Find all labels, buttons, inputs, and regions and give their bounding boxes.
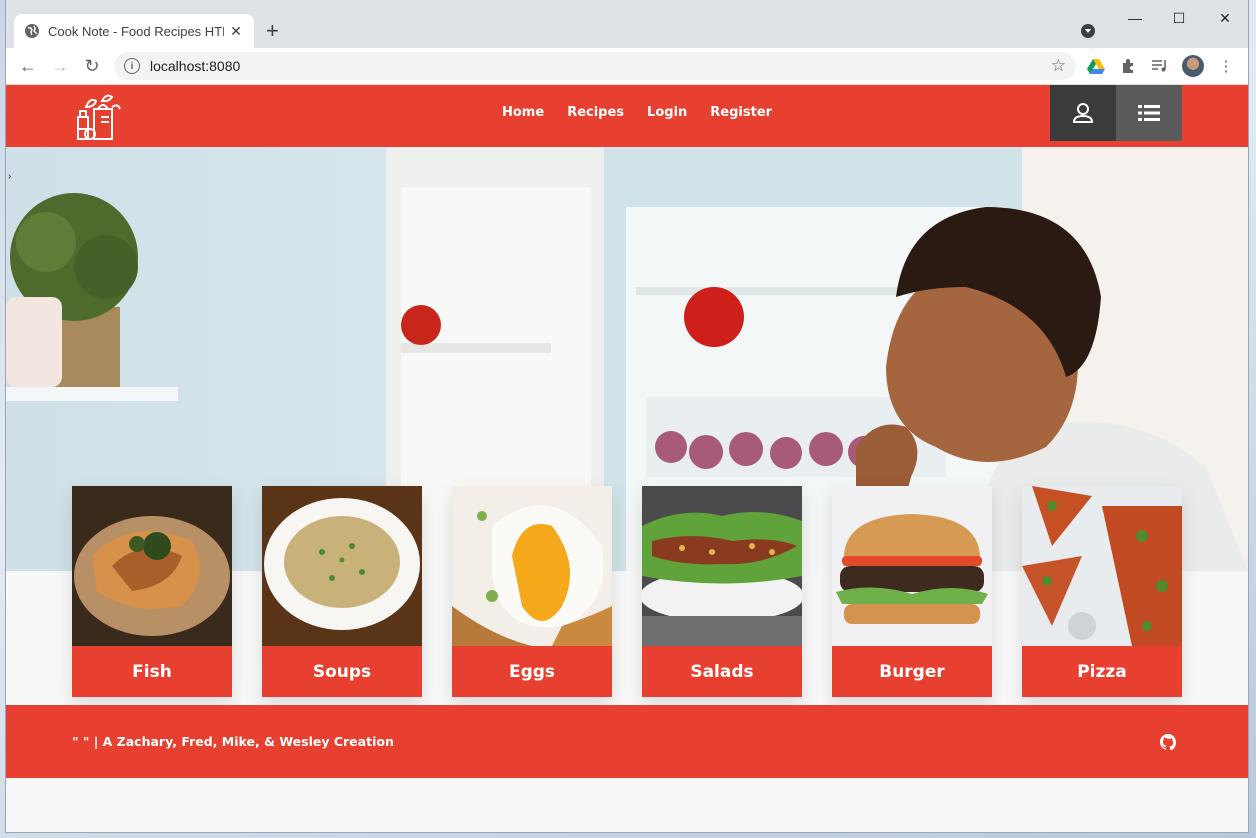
maximize-icon[interactable]: ☐ <box>1156 10 1202 27</box>
back-icon[interactable]: ← <box>16 54 40 78</box>
extensions-puzzle-icon[interactable] <box>1118 56 1138 76</box>
globe-icon <box>25 24 39 38</box>
category-label-eggs[interactable]: Eggs <box>452 646 612 697</box>
menu-list-button[interactable] <box>1116 85 1182 141</box>
bookmark-star-icon[interactable]: ☆ <box>1051 56 1066 76</box>
user-account-button[interactable] <box>1050 85 1116 141</box>
user-icon <box>1072 103 1094 123</box>
tab-search-icon[interactable] <box>1081 24 1095 38</box>
salad-thumbnail <box>642 486 802 646</box>
grocery-bag-logo-icon[interactable] <box>72 91 124 143</box>
footer-credits: " " | A Zachary, Fred, Mike, & Wesley Cr… <box>72 734 394 749</box>
tab-title: Cook Note - Food Recipes HTML <box>48 23 224 39</box>
category-card-fish[interactable]: Fish <box>72 486 232 697</box>
address-bar[interactable]: i localhost:8080 ☆ <box>114 52 1076 80</box>
close-window-icon[interactable]: ✕ <box>1202 10 1248 27</box>
browser-tab[interactable]: Cook Note - Food Recipes HTML ✕ <box>14 14 254 48</box>
reload-icon[interactable]: ↻ <box>80 54 104 78</box>
new-tab-button[interactable]: + <box>266 20 279 42</box>
category-card-burger[interactable]: Burger <box>832 486 992 697</box>
github-icon[interactable] <box>1160 734 1176 750</box>
media-control-icon[interactable] <box>1150 56 1170 76</box>
category-card-soups[interactable]: Soups <box>262 486 422 697</box>
collapse-caret-icon[interactable]: › <box>8 171 11 182</box>
browser-toolbar: ← → ↻ i localhost:8080 ☆ ⋮ <box>6 48 1248 85</box>
site-info-icon[interactable]: i <box>124 58 140 74</box>
nav-recipes-link[interactable]: Recipes <box>567 105 624 120</box>
tab-close-icon[interactable]: ✕ <box>228 23 244 40</box>
soup-thumbnail <box>262 486 422 646</box>
google-drive-icon[interactable] <box>1086 56 1106 76</box>
site-footer: " " | A Zachary, Fred, Mike, & Wesley Cr… <box>6 705 1248 778</box>
site-header: Home Recipes Login Register <box>6 85 1248 147</box>
web-page: Home Recipes Login Register › Fish Soups… <box>6 85 1248 832</box>
category-label-salads[interactable]: Salads <box>642 646 802 697</box>
pizza-thumbnail <box>1022 486 1182 646</box>
category-card-eggs[interactable]: Eggs <box>452 486 612 697</box>
egg-thumbnail <box>452 486 612 646</box>
fish-thumbnail <box>72 486 232 646</box>
minimize-icon[interactable]: — <box>1112 10 1158 26</box>
burger-thumbnail <box>832 486 992 646</box>
forward-icon[interactable]: → <box>48 54 72 78</box>
nav-login-link[interactable]: Login <box>647 105 687 120</box>
category-label-fish[interactable]: Fish <box>72 646 232 697</box>
browser-window: Cook Note - Food Recipes HTML ✕ + — ☐ ✕ … <box>6 0 1248 832</box>
main-navigation: Home Recipes Login Register <box>502 105 772 120</box>
nav-register-link[interactable]: Register <box>710 105 772 120</box>
list-icon <box>1138 105 1160 121</box>
category-label-soups[interactable]: Soups <box>262 646 422 697</box>
profile-avatar[interactable] <box>1182 55 1204 77</box>
browser-menu-icon[interactable]: ⋮ <box>1216 56 1236 76</box>
category-label-burger[interactable]: Burger <box>832 646 992 697</box>
category-label-pizza[interactable]: Pizza <box>1022 646 1182 697</box>
nav-home-link[interactable]: Home <box>502 105 544 120</box>
category-card-pizza[interactable]: Pizza <box>1022 486 1182 697</box>
tab-strip: Cook Note - Food Recipes HTML ✕ + — ☐ ✕ <box>6 0 1248 48</box>
url-text[interactable]: localhost:8080 <box>150 58 240 74</box>
category-card-salads[interactable]: Salads <box>642 486 802 697</box>
